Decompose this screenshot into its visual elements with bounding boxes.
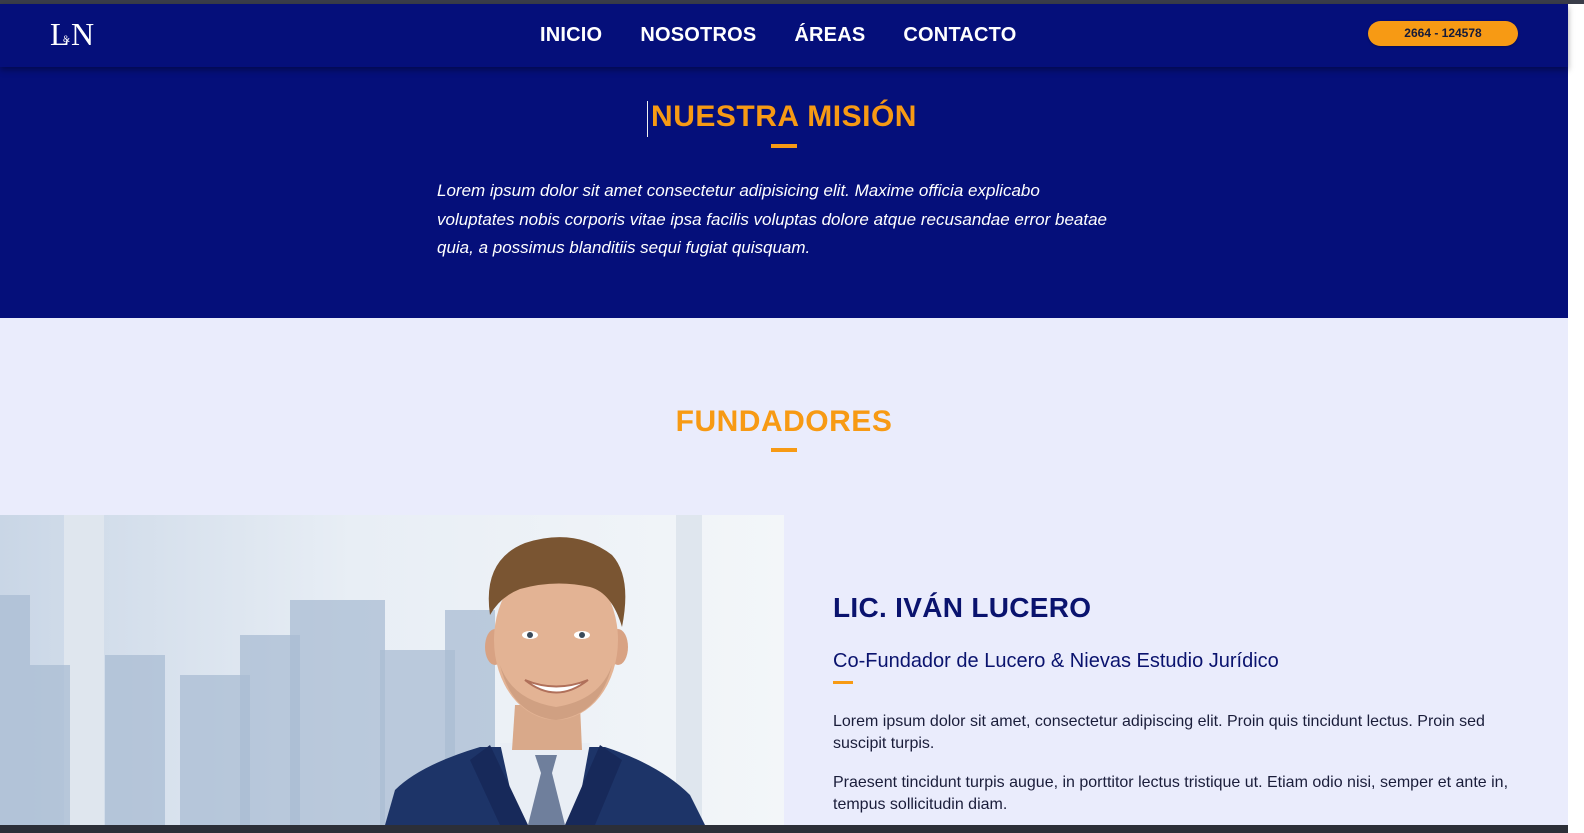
founder-name: LIC. IVÁN LUCERO	[833, 592, 1092, 623]
window-bottom-border	[0, 825, 1568, 833]
phone-button[interactable]: 2664 - 124578	[1368, 21, 1518, 46]
founder-paragraph: Lorem ipsum dolor sit amet, consectetur …	[833, 713, 1485, 752]
nav-link-inicio[interactable]: INICIO	[540, 23, 602, 47]
founder-portrait	[385, 537, 705, 825]
nav-link-contacto[interactable]: CONTACTO	[903, 23, 1016, 47]
founder-role: Co-Fundador de Lucero & Nievas Estudio J…	[833, 650, 1279, 672]
founders-title: FUNDADORES	[675, 405, 893, 438]
nav-link-areas[interactable]: ÁREAS	[794, 23, 865, 47]
mission-title-underline	[771, 144, 797, 148]
mission-text: Lorem ipsum dolor sit amet consectetur a…	[437, 181, 1108, 257]
founder-role-underline	[833, 681, 853, 684]
founders-title-underline	[771, 448, 797, 452]
founder-paragraph: Praesent tincidunt turpis augue, in port…	[833, 774, 1509, 813]
text-cursor	[647, 101, 648, 137]
mission-title: NUESTRA MISIÓN	[651, 100, 917, 133]
site-logo[interactable]: L & N	[50, 18, 102, 52]
site-header: L & N INICIO NOSOTROS ÁREAS CONTACTO 2664 …	[0, 4, 1568, 67]
page-scrollbar[interactable]	[1568, 4, 1584, 833]
main-nav: INICIO NOSOTROS ÁREAS CONTACTO	[540, 23, 1054, 47]
mission-section: NUESTRA MISIÓN Lorem ipsum dolor sit ame…	[0, 67, 1568, 318]
nav-link-nosotros[interactable]: NOSOTROS	[640, 23, 756, 47]
founder-photo	[0, 515, 784, 825]
